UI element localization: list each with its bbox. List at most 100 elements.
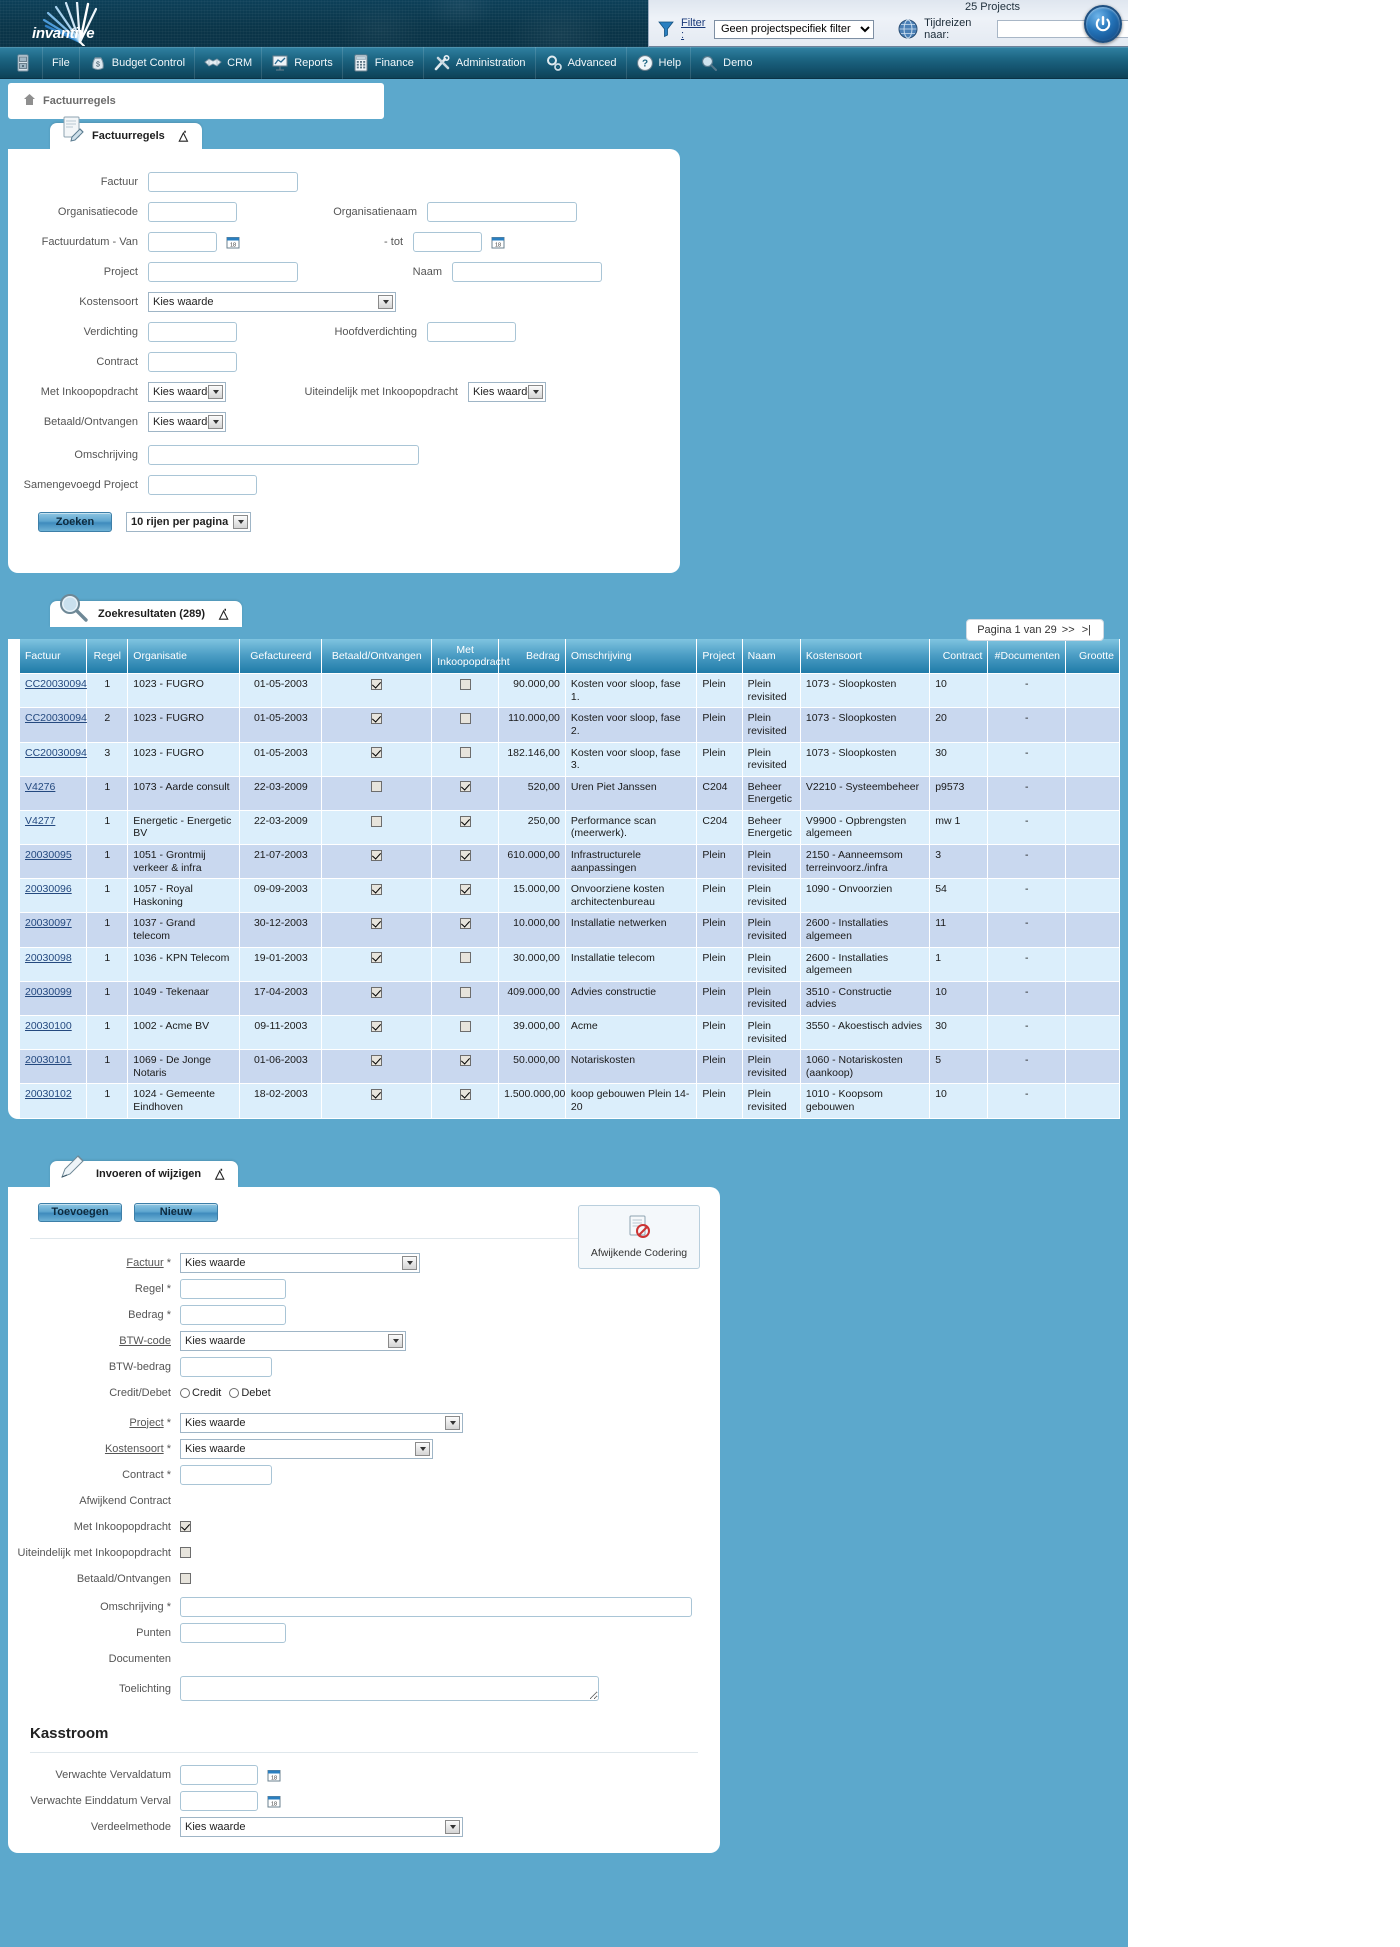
row-checkbox[interactable] [371, 952, 383, 964]
cell-met-inkoopopdracht[interactable] [431, 776, 500, 811]
search-organisatiecode-input[interactable] [148, 201, 237, 222]
chevron-down-icon[interactable] [445, 1415, 460, 1430]
row-checkbox[interactable] [371, 849, 383, 861]
cell-betaald-ontvangen[interactable] [321, 1015, 433, 1051]
search-factuur-input[interactable] [148, 171, 298, 192]
cell-met-inkoopopdracht[interactable] [431, 810, 500, 846]
chevron-down-icon[interactable] [208, 384, 223, 399]
search-hoofdverdichting-input[interactable] [427, 321, 516, 342]
row-checkbox[interactable] [459, 678, 471, 690]
nieuw-button[interactable]: Nieuw [134, 1202, 218, 1222]
cell-met-inkoopopdracht[interactable] [431, 742, 500, 777]
pagination[interactable]: Pagina 1 van 29 >> >| [966, 619, 1104, 641]
cell-betaald-ontvangen[interactable] [321, 1083, 433, 1119]
cell-betaald-ontvangen[interactable] [321, 844, 433, 880]
menu-item-crm[interactable]: CRM [195, 47, 263, 79]
row-checkbox[interactable] [371, 1020, 383, 1032]
cell-betaald-ontvangen[interactable] [321, 981, 433, 1017]
cell-met-inkoopopdracht[interactable] [431, 1083, 500, 1119]
cell-betaald-ontvangen[interactable] [321, 878, 433, 914]
search-samengevoegd-project-input[interactable] [148, 474, 257, 495]
chevron-down-icon[interactable] [233, 514, 248, 529]
row-checkbox[interactable] [459, 918, 471, 930]
calendar-icon[interactable]: 18 [226, 235, 240, 249]
cell-betaald-ontvangen[interactable] [321, 707, 433, 743]
power-button[interactable] [1084, 5, 1122, 43]
edit-kostensoort-select[interactable]: Kies waarde [180, 1438, 433, 1459]
col-kostensoort[interactable]: Kostensoort [800, 639, 931, 675]
factuur-link[interactable]: 20030095 [25, 849, 72, 861]
cell-betaald-ontvangen[interactable] [321, 776, 433, 811]
factuur-link[interactable]: V4277 [25, 815, 55, 827]
col-contract[interactable]: Contract [929, 639, 989, 675]
col-omschrijving[interactable]: Omschrijving [565, 639, 698, 675]
cell-betaald-ontvangen[interactable] [321, 742, 433, 777]
factuur-link[interactable]: 20030097 [25, 917, 72, 929]
chevron-down-icon[interactable] [402, 1255, 417, 1270]
col-project[interactable]: Project [696, 639, 743, 675]
afwijkende-codering-box[interactable]: Afwijkende Codering [578, 1204, 700, 1269]
project-filter-select[interactable]: Geen projectspecifiek filter [714, 19, 874, 39]
toevoegen-button[interactable]: Toevoegen [38, 1202, 122, 1222]
row-checkbox[interactable] [371, 1089, 383, 1101]
cell-betaald-ontvangen[interactable] [321, 912, 433, 948]
cell-met-inkoopopdracht[interactable] [431, 878, 500, 914]
menu-item-file[interactable]: File [43, 47, 80, 79]
col-naam[interactable]: Naam [742, 639, 801, 675]
zoeken-button[interactable]: Zoeken [38, 511, 112, 532]
cell-factuur[interactable]: V4276 [20, 776, 88, 811]
row-checkbox[interactable] [459, 986, 471, 998]
col-organisatie[interactable]: Organisatie [127, 639, 241, 675]
calendar-icon-vervaldatum[interactable]: 18 [267, 1768, 281, 1782]
row-checkbox[interactable] [459, 883, 471, 895]
chevron-down-icon[interactable] [208, 414, 223, 429]
search-factuurdatum-van-input[interactable] [148, 231, 217, 252]
table-row[interactable]: 20030096 1 1057 - Royal Haskoning 09-09-200… [20, 878, 1120, 914]
cell-met-inkoopopdracht[interactable] [431, 673, 500, 709]
col-documenten[interactable]: #Documenten [987, 639, 1067, 675]
row-checkbox[interactable] [459, 1089, 471, 1101]
factuur-link[interactable]: 20030101 [25, 1054, 72, 1066]
table-row[interactable]: CC20030094 1 1023 - FUGRO 01-05-2003 90.000,… [20, 673, 1120, 709]
search-naam-input[interactable] [452, 261, 602, 282]
edit-omschrijving-input[interactable] [180, 1596, 692, 1617]
row-checkbox[interactable] [371, 678, 383, 690]
calendar-icon-tot[interactable]: 18 [491, 235, 505, 249]
row-checkbox[interactable] [459, 1020, 471, 1032]
factuur-link[interactable]: 20030102 [25, 1088, 72, 1100]
factuur-link[interactable]: CC20030094 [25, 678, 87, 690]
cell-factuur[interactable]: 20030096 [20, 878, 88, 914]
edit-verdeelmethode-select[interactable]: Kies waarde [180, 1816, 463, 1837]
edit-factuur-select[interactable]: Kies waarde [180, 1252, 420, 1273]
edit-regel-input[interactable] [180, 1278, 286, 1299]
pagination-last[interactable]: >| [1082, 624, 1091, 636]
cell-factuur[interactable]: 20030099 [20, 981, 88, 1017]
edit-toelichting-textarea[interactable] [180, 1676, 599, 1702]
search-project-input[interactable] [148, 261, 298, 282]
table-row[interactable]: 20030101 1 1069 - De Jonge Notaris 01-06-20… [20, 1049, 1120, 1085]
factuur-link[interactable]: CC20030094 [25, 712, 87, 724]
cell-factuur[interactable]: 20030100 [20, 1015, 88, 1051]
chevron-down-icon[interactable] [445, 1819, 460, 1834]
menu-item-file-icon-only[interactable] [4, 47, 43, 79]
row-checkbox[interactable] [459, 1054, 471, 1066]
table-row[interactable]: 20030099 1 1049 - Tekenaar 17-04-2003 409.00… [20, 981, 1120, 1017]
edit-met-inkoopopdracht-checkbox[interactable] [180, 1521, 191, 1533]
row-checkbox[interactable] [371, 883, 383, 895]
col-betaald-ontvangen[interactable]: Betaald/Ontvangen [321, 639, 433, 675]
chevron-up-icon[interactable]: △̇ [219, 607, 228, 621]
col-grootte[interactable]: Grootte [1065, 639, 1120, 675]
edit-btw-bedrag-input[interactable] [180, 1356, 272, 1377]
table-row[interactable]: 20030098 1 1036 - KPN Telecom 19-01-2003 30.… [20, 947, 1120, 982]
search-betaald-ontvangen-select[interactable]: Kies waarde [148, 411, 226, 432]
cell-met-inkoopopdracht[interactable] [431, 912, 500, 948]
menu-item-help[interactable]: ? Help [627, 47, 692, 79]
search-omschrijving-input[interactable] [148, 444, 419, 465]
menu-item-advanced[interactable]: Advanced [536, 47, 627, 79]
search-verdichting-input[interactable] [148, 321, 237, 342]
row-checkbox[interactable] [459, 815, 471, 827]
search-organisatienaam-input[interactable] [427, 201, 577, 222]
col-gefactureerd[interactable]: Gefactureerd [239, 639, 323, 675]
edit-punten-input[interactable] [180, 1622, 286, 1643]
menu-item-demo[interactable]: Demo [691, 47, 761, 79]
